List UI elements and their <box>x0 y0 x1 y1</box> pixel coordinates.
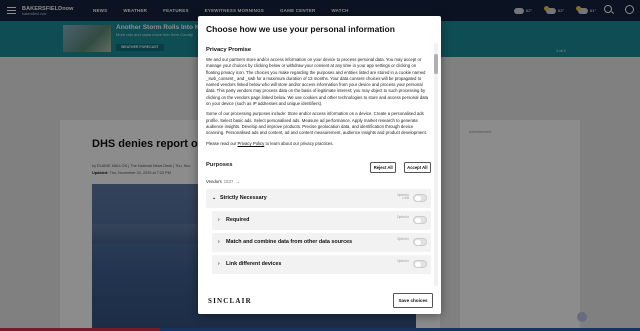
accept-all-button[interactable]: Accept All <box>403 161 431 173</box>
chevron-right-icon: › <box>218 239 220 246</box>
category-toggle[interactable] <box>413 215 427 224</box>
category-strictly-necessary[interactable]: ⌄ Strictly Necessary Opted in x 4/8 <box>206 188 431 208</box>
sinclair-logo: SINCLAIR <box>208 297 252 305</box>
dialog-scroll-area[interactable]: Privacy Promise We and our partners stor… <box>206 44 431 302</box>
opt-in-status: Opted in <box>396 214 409 219</box>
privacy-policy-paragraph: Please read our Privacy Policy to learn … <box>206 141 431 147</box>
chevron-right-icon: › <box>218 217 220 224</box>
vendors-link[interactable]: Vendors 1537 → <box>206 179 431 184</box>
arrow-right-icon: → <box>235 178 240 184</box>
save-choices-button[interactable]: Save choices <box>393 293 433 308</box>
category-name: Strictly Necessary <box>220 195 267 202</box>
category-name: Link different devices <box>226 261 282 268</box>
consent-paragraph: Some of our processing purposes include:… <box>206 111 427 136</box>
chevron-right-icon: › <box>218 261 220 268</box>
opt-in-status: Opted in <box>396 258 409 263</box>
category-toggle[interactable] <box>413 259 427 268</box>
dialog-scrollbar[interactable] <box>434 43 438 286</box>
purposes-row: Purposes Reject All Accept All <box>206 156 431 174</box>
reject-all-button[interactable]: Reject All <box>370 161 397 173</box>
category-toggle[interactable] <box>413 193 427 202</box>
policy-prefix: Please read our <box>206 140 237 146</box>
purposes-heading: Purposes <box>206 161 233 168</box>
consent-dialog: Choose how we use your personal informat… <box>198 16 441 314</box>
category-required[interactable]: › Required Opted in <box>212 210 431 230</box>
category-link-devices[interactable]: › Link different devices Opted in <box>212 254 431 274</box>
privacy-promise-heading: Privacy Promise <box>206 47 252 53</box>
category-toggle[interactable] <box>413 237 427 246</box>
category-name: Match and combine data from other data s… <box>226 239 353 246</box>
category-match-combine-data[interactable]: › Match and combine data from other data… <box>212 232 431 252</box>
consent-paragraph: We and our partners store and/or access … <box>206 57 429 107</box>
vendors-label: Vendors <box>206 178 222 184</box>
dialog-title: Choose how we use your personal informat… <box>206 24 395 34</box>
policy-suffix: to learn about our privacy practices. <box>265 140 334 146</box>
opt-in-status: Opted in x 4/8 <box>396 192 409 201</box>
chevron-down-icon: ⌄ <box>212 195 217 202</box>
vendors-count: 1537 <box>223 178 234 184</box>
category-name: Required <box>226 217 250 224</box>
privacy-policy-link[interactable]: Privacy Policy <box>238 141 265 146</box>
opt-in-status: Opted in <box>396 236 409 241</box>
scrollbar-thumb[interactable] <box>434 54 438 74</box>
